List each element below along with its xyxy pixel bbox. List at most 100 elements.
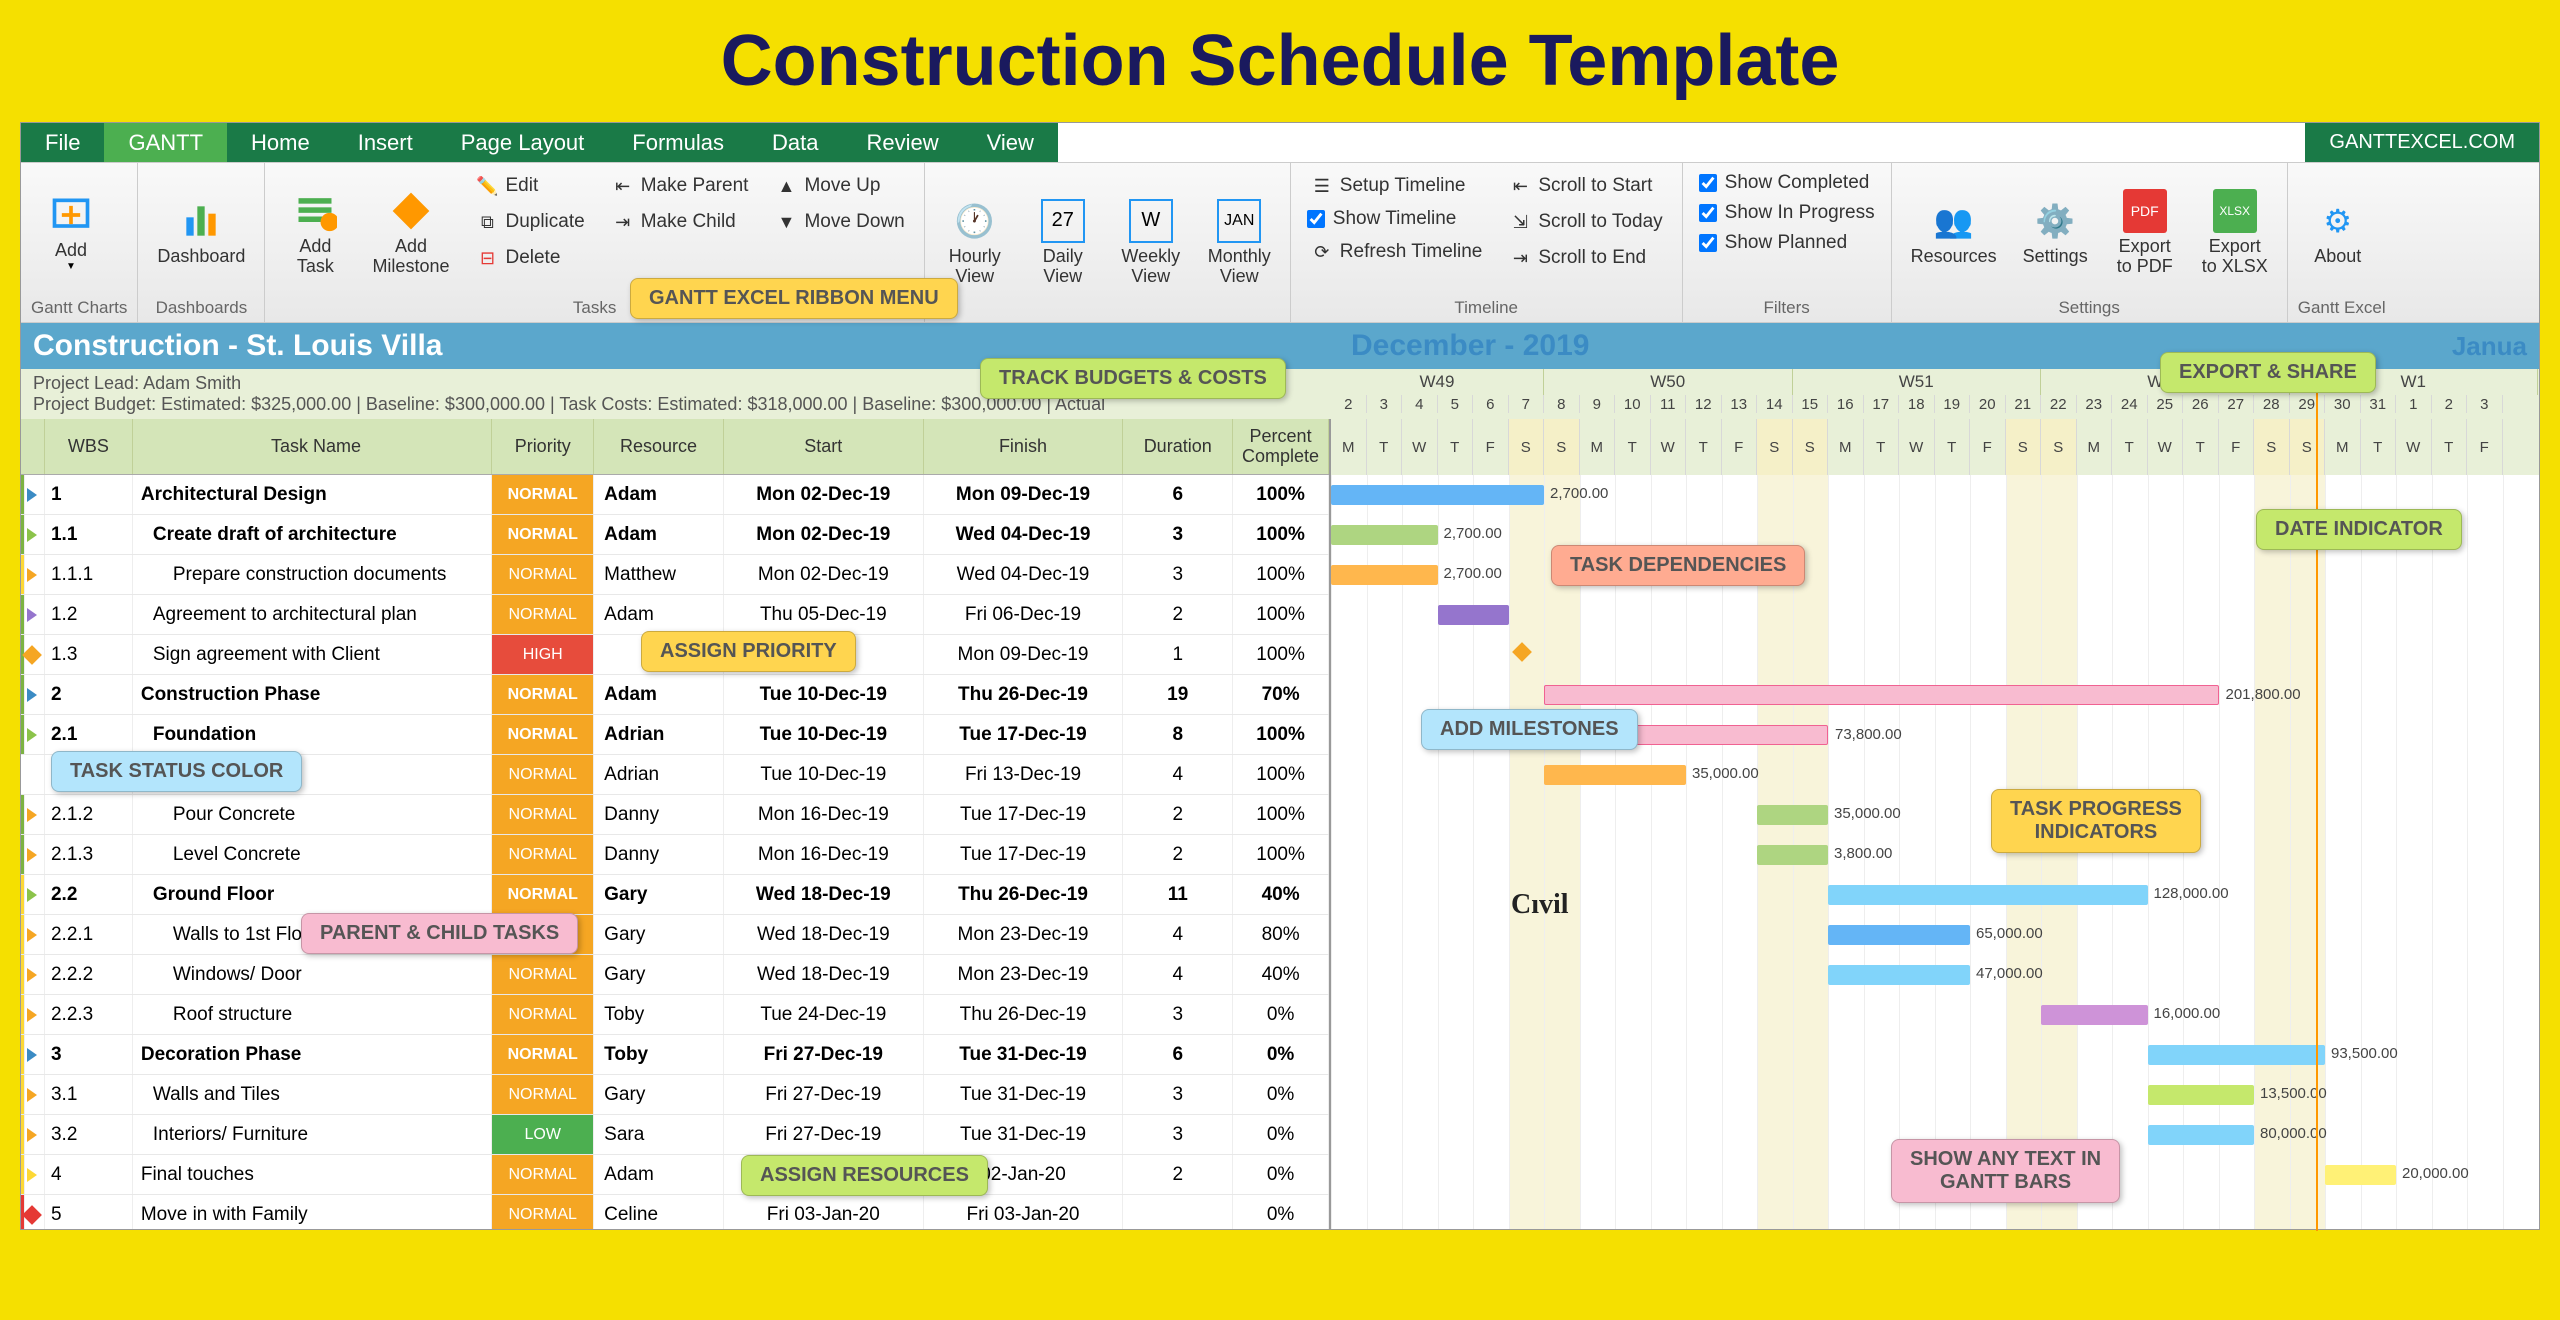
add-task-button[interactable]: Add Task bbox=[275, 169, 355, 296]
gantt-bar[interactable]: 2,700.00 bbox=[1331, 565, 1438, 585]
show-completed-check[interactable]: Show Completed bbox=[1693, 169, 1881, 197]
move-up-button[interactable]: ▲Move Up bbox=[765, 169, 913, 203]
tab-gantt[interactable]: GANTT bbox=[104, 123, 227, 162]
gantt-bar[interactable]: 2,700.00 bbox=[1331, 485, 1544, 505]
tab-review[interactable]: Review bbox=[842, 123, 962, 162]
task-row[interactable]: 5Move in with FamilyNORMALCelineFri 03-J… bbox=[21, 1195, 1329, 1229]
task-row[interactable]: 2.1.2Pour ConcreteNORMALDannyMon 16-Dec-… bbox=[21, 795, 1329, 835]
task-row[interactable]: 3.1Walls and TilesNORMALGaryFri 27-Dec-1… bbox=[21, 1075, 1329, 1115]
gantt-body[interactable]: 2,700.002,700.002,700.00201,800.0073,800… bbox=[1331, 475, 2539, 1229]
monthly-view-button[interactable]: JANMonthly View bbox=[1199, 169, 1280, 316]
callout-add-milestones: ADD MILESTONES bbox=[1421, 709, 1638, 750]
xlsx-icon: XLSX bbox=[2213, 189, 2257, 233]
tab-formulas[interactable]: Formulas bbox=[608, 123, 748, 162]
delete-icon: ⊟ bbox=[475, 246, 499, 270]
task-row[interactable]: 1.1.1Prepare construction documentsNORMA… bbox=[21, 555, 1329, 595]
task-row[interactable]: 2.1.3Level ConcreteNORMALDannyMon 16-Dec… bbox=[21, 835, 1329, 875]
gantt-bar[interactable]: 20,000.00 bbox=[2325, 1165, 2396, 1185]
show-timeline-check[interactable]: Show Timeline bbox=[1301, 205, 1492, 233]
day-number: 15 bbox=[1793, 395, 1829, 413]
gantt-bar[interactable]: 35,000.00 bbox=[1544, 765, 1686, 785]
delete-button[interactable]: ⊟Delete bbox=[466, 241, 593, 275]
task-row[interactable]: 2.2.3Roof structureNORMALTobyTue 24-Dec-… bbox=[21, 995, 1329, 1035]
task-row[interactable]: 1.2Agreement to architectural planNORMAL… bbox=[21, 595, 1329, 635]
gantt-bar[interactable]: 3,800.00 bbox=[1757, 845, 1828, 865]
weekly-view-button[interactable]: WWeekly View bbox=[1111, 169, 1191, 316]
gantt-bar[interactable]: 16,000.00 bbox=[2041, 1005, 2148, 1025]
show-inprogress-check[interactable]: Show In Progress bbox=[1693, 199, 1881, 227]
gantt-bar[interactable]: 128,000.00 bbox=[1828, 885, 2148, 905]
task-row[interactable]: 2.2.1Walls to 1st FloNORMALGaryWed 18-De… bbox=[21, 915, 1329, 955]
gantt-bar[interactable]: 65,000.00 bbox=[1828, 925, 1970, 945]
add-milestone-button[interactable]: Add Milestone bbox=[363, 169, 458, 296]
export-xlsx-button[interactable]: XLSXExport to XLSX bbox=[2193, 169, 2277, 296]
task-row[interactable]: 3.2Interiors/ FurnitureLOWSaraFri 27-Dec… bbox=[21, 1115, 1329, 1155]
gantt-bar[interactable] bbox=[1438, 605, 1509, 625]
day-letter: S bbox=[2254, 419, 2290, 475]
day-letter: F bbox=[2467, 419, 2503, 475]
day-number: 18 bbox=[1899, 395, 1935, 413]
day-number: 3 bbox=[2467, 395, 2503, 413]
tab-file[interactable]: File bbox=[21, 123, 104, 162]
gantt-bar[interactable]: 35,000.00 bbox=[1757, 805, 1828, 825]
day-number: 1 bbox=[2396, 395, 2432, 413]
gantt-bar[interactable]: 93,500.00 bbox=[2148, 1045, 2326, 1065]
task-row[interactable]: 2.1FoundationNORMALAdrianTue 10-Dec-19Tu… bbox=[21, 715, 1329, 755]
ribbon-group-gantt-charts: Add ▼ Gantt Charts bbox=[21, 163, 138, 322]
day-number: 29 bbox=[2290, 395, 2326, 413]
scroll-today-icon: ⇲ bbox=[1508, 210, 1532, 234]
gantt-bar[interactable]: 2,700.00 bbox=[1331, 525, 1438, 545]
duplicate-button[interactable]: ⧉Duplicate bbox=[466, 205, 593, 239]
add-chart-button[interactable]: Add ▼ bbox=[31, 169, 111, 296]
calendar-week-icon: W bbox=[1129, 199, 1173, 243]
day-number: 14 bbox=[1757, 395, 1793, 413]
scroll-today-button[interactable]: ⇲Scroll to Today bbox=[1499, 205, 1671, 239]
day-letter: W bbox=[1899, 419, 1935, 475]
up-icon: ▲ bbox=[774, 174, 798, 198]
resources-button[interactable]: 👥Resources bbox=[1902, 169, 2006, 296]
gantt-bar[interactable]: 201,800.00 bbox=[1544, 685, 2219, 705]
task-row[interactable]: 1Architectural DesignNORMALAdamMon 02-De… bbox=[21, 475, 1329, 515]
day-letter: S bbox=[1544, 419, 1580, 475]
day-letter: T bbox=[1864, 419, 1900, 475]
dashboard-button[interactable]: Dashboard bbox=[148, 169, 254, 296]
make-parent-button[interactable]: ⇤Make Parent bbox=[602, 169, 758, 203]
task-row[interactable]: 2.2Ground FloorNORMALGaryWed 18-Dec-19Th… bbox=[21, 875, 1329, 915]
tab-data[interactable]: Data bbox=[748, 123, 842, 162]
tab-insert[interactable]: Insert bbox=[334, 123, 437, 162]
gantt-bar[interactable]: 47,000.00 bbox=[1828, 965, 1970, 985]
task-rows: 1Architectural DesignNORMALAdamMon 02-De… bbox=[21, 475, 1329, 1229]
task-row[interactable]: 4Final touchesNORMALAdam02-Jan-2020% bbox=[21, 1155, 1329, 1195]
task-row[interactable]: 2Construction PhaseNORMALAdamTue 10-Dec-… bbox=[21, 675, 1329, 715]
callout-assign-priority: ASSIGN PRIORITY bbox=[641, 631, 856, 672]
day-number: 26 bbox=[2183, 395, 2219, 413]
task-row[interactable]: 1.1Create draft of architectureNORMALAda… bbox=[21, 515, 1329, 555]
make-child-button[interactable]: ⇥Make Child bbox=[602, 205, 758, 239]
settings-button[interactable]: ⚙️Settings bbox=[2014, 169, 2097, 296]
day-letter: F bbox=[1473, 419, 1509, 475]
about-button[interactable]: ⚙About bbox=[2298, 169, 2378, 296]
tab-view[interactable]: View bbox=[963, 123, 1058, 162]
day-letter: S bbox=[2041, 419, 2077, 475]
tab-home[interactable]: Home bbox=[227, 123, 334, 162]
task-row[interactable]: 2.2.2Windows/ DoorNORMALGaryWed 18-Dec-1… bbox=[21, 955, 1329, 995]
day-number: 23 bbox=[2077, 395, 2113, 413]
edit-button[interactable]: ✏️Edit bbox=[466, 169, 593, 203]
gantt-bar[interactable]: 80,000.00 bbox=[2148, 1125, 2255, 1145]
move-down-button[interactable]: ▼Move Down bbox=[765, 205, 913, 239]
setup-timeline-button[interactable]: ☰Setup Timeline bbox=[1301, 169, 1492, 203]
date-indicator-line bbox=[2316, 371, 2318, 1231]
export-pdf-button[interactable]: PDFExport to PDF bbox=[2105, 169, 2185, 296]
day-number: 11 bbox=[1651, 395, 1687, 413]
scroll-start-button[interactable]: ⇤Scroll to Start bbox=[1499, 169, 1671, 203]
show-planned-check[interactable]: Show Planned bbox=[1693, 229, 1881, 257]
refresh-timeline-button[interactable]: ⟳Refresh Timeline bbox=[1301, 235, 1492, 269]
day-letter: F bbox=[2219, 419, 2255, 475]
task-row[interactable]: 3Decoration PhaseNORMALTobyFri 27-Dec-19… bbox=[21, 1035, 1329, 1075]
gantt-bar[interactable]: 13,500.00 bbox=[2148, 1085, 2255, 1105]
tab-page-layout[interactable]: Page Layout bbox=[437, 123, 609, 162]
daily-view-button[interactable]: 27Daily View bbox=[1023, 169, 1103, 316]
scroll-end-button[interactable]: ⇥Scroll to End bbox=[1499, 241, 1671, 275]
day-number: 27 bbox=[2219, 395, 2255, 413]
day-number: 4 bbox=[1402, 395, 1438, 413]
